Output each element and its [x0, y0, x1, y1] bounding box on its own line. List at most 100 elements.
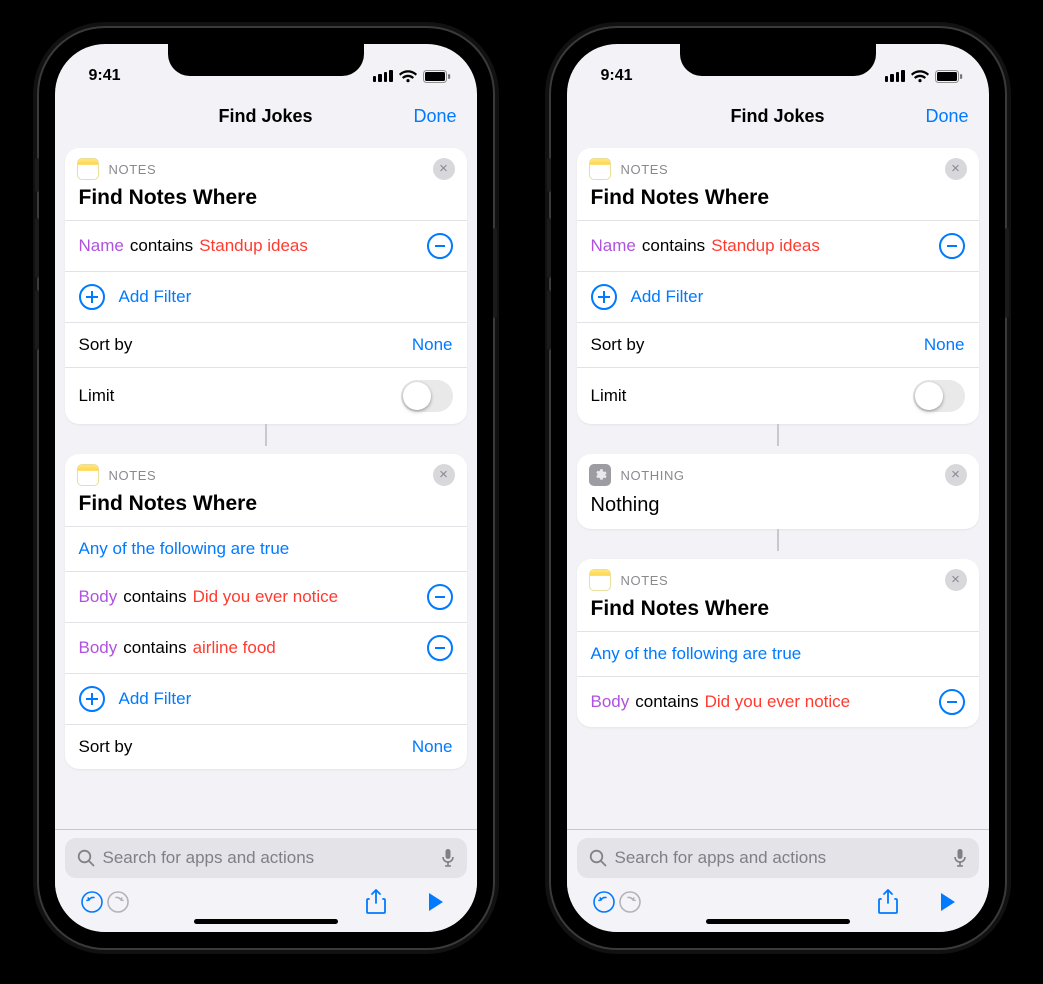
limit-toggle[interactable] [401, 380, 453, 412]
phone-right: 9:41 Find Jokes Done [551, 28, 1005, 948]
match-mode-token: Any of the following are true [591, 644, 802, 664]
shortcut-editor[interactable]: NOTES × Find Notes Where Name contains S… [567, 140, 989, 829]
plus-icon [79, 284, 105, 310]
search-placeholder: Search for apps and actions [615, 848, 945, 868]
limit-row: Limit [65, 367, 467, 424]
remove-filter-button[interactable] [939, 233, 965, 259]
editor-footer: Search for apps and actions [567, 829, 989, 932]
remove-action-button[interactable]: × [945, 158, 967, 180]
notes-app-icon [589, 158, 611, 180]
add-filter-label: Add Filter [119, 287, 192, 307]
limit-label: Limit [79, 386, 115, 406]
remove-action-button[interactable]: × [945, 569, 967, 591]
add-filter-row[interactable]: Add Filter [65, 673, 467, 724]
action-title: Find Notes Where [65, 490, 467, 526]
sort-by-row[interactable]: Sort by None [577, 322, 979, 367]
filter-row[interactable]: Body contains Did you ever notice [65, 571, 467, 622]
dictation-icon[interactable] [441, 848, 455, 868]
redo-button [105, 890, 131, 914]
filter-value-token[interactable]: Did you ever notice [705, 692, 851, 712]
home-indicator[interactable] [706, 919, 850, 924]
nav-bar: Find Jokes Done [567, 92, 989, 140]
app-label: NOTHING [621, 468, 685, 483]
match-mode-row[interactable]: Any of the following are true [577, 631, 979, 676]
done-button[interactable]: Done [925, 106, 968, 127]
action-card-find-notes-1: NOTES × Find Notes Where Name contains S… [65, 148, 467, 424]
filter-op-token[interactable]: contains [123, 638, 186, 658]
gear-icon [589, 464, 611, 486]
remove-filter-button[interactable] [427, 635, 453, 661]
remove-filter-button[interactable] [427, 233, 453, 259]
action-title: Find Notes Where [577, 184, 979, 220]
run-button[interactable] [423, 892, 449, 912]
redo-button [617, 890, 643, 914]
action-search-input[interactable]: Search for apps and actions [65, 838, 467, 878]
action-connector [577, 529, 979, 551]
wifi-icon [911, 70, 929, 83]
limit-row: Limit [577, 367, 979, 424]
share-button[interactable] [363, 889, 389, 915]
match-mode-row[interactable]: Any of the following are true [65, 526, 467, 571]
filter-op-token[interactable]: contains [130, 236, 193, 256]
sort-by-row[interactable]: Sort by None [65, 724, 467, 769]
filter-field-token[interactable]: Body [591, 692, 630, 712]
remove-action-button[interactable]: × [433, 158, 455, 180]
filter-field-token[interactable]: Name [79, 236, 124, 256]
home-indicator[interactable] [194, 919, 338, 924]
nav-bar: Find Jokes Done [55, 92, 477, 140]
action-connector [577, 424, 979, 446]
remove-filter-button[interactable] [427, 584, 453, 610]
sort-by-label: Sort by [79, 737, 133, 757]
sort-by-row[interactable]: Sort by None [65, 322, 467, 367]
filter-op-token[interactable]: contains [642, 236, 705, 256]
notch [680, 44, 876, 76]
battery-icon [423, 70, 451, 83]
filter-op-token[interactable]: contains [123, 587, 186, 607]
notes-app-icon [589, 569, 611, 591]
action-title: Find Notes Where [65, 184, 467, 220]
plus-icon [79, 686, 105, 712]
search-placeholder: Search for apps and actions [103, 848, 433, 868]
editor-footer: Search for apps and actions [55, 829, 477, 932]
action-card-find-notes-2: NOTES × Find Notes Where Any of the foll… [577, 559, 979, 727]
done-button[interactable]: Done [413, 106, 456, 127]
filter-row[interactable]: Body contains Did you ever notice [577, 676, 979, 727]
filter-field-token[interactable]: Name [591, 236, 636, 256]
share-button[interactable] [875, 889, 901, 915]
action-title: Nothing [577, 490, 979, 529]
phone-left: 9:41 Find Jokes Done [39, 28, 493, 948]
filter-value-token[interactable]: Standup ideas [199, 236, 308, 256]
action-card-find-notes-2: NOTES × Find Notes Where Any of the foll… [65, 454, 467, 769]
sort-by-label: Sort by [79, 335, 133, 355]
status-time: 9:41 [601, 67, 633, 85]
action-connector [65, 424, 467, 446]
limit-toggle[interactable] [913, 380, 965, 412]
dictation-icon[interactable] [953, 848, 967, 868]
filter-value-token[interactable]: Did you ever notice [193, 587, 339, 607]
undo-button[interactable] [79, 890, 105, 914]
filter-value-token[interactable]: Standup ideas [711, 236, 820, 256]
shortcut-editor[interactable]: NOTES × Find Notes Where Name contains S… [55, 140, 477, 829]
remove-filter-button[interactable] [939, 689, 965, 715]
undo-button[interactable] [591, 890, 617, 914]
filter-row[interactable]: Name contains Standup ideas [577, 220, 979, 271]
action-search-input[interactable]: Search for apps and actions [577, 838, 979, 878]
filter-row[interactable]: Body contains airline food [65, 622, 467, 673]
filter-op-token[interactable]: contains [635, 692, 698, 712]
remove-action-button[interactable]: × [433, 464, 455, 486]
page-title: Find Jokes [730, 106, 824, 127]
notes-app-icon [77, 158, 99, 180]
action-card-nothing: NOTHING × Nothing [577, 454, 979, 529]
filter-field-token[interactable]: Body [79, 638, 118, 658]
battery-icon [935, 70, 963, 83]
add-filter-row[interactable]: Add Filter [65, 271, 467, 322]
add-filter-row[interactable]: Add Filter [577, 271, 979, 322]
action-title: Find Notes Where [577, 595, 979, 631]
run-button[interactable] [935, 892, 961, 912]
filter-row[interactable]: Name contains Standup ideas [65, 220, 467, 271]
filter-field-token[interactable]: Body [79, 587, 118, 607]
remove-action-button[interactable]: × [945, 464, 967, 486]
search-icon [589, 849, 607, 867]
filter-value-token[interactable]: airline food [193, 638, 276, 658]
page-title: Find Jokes [218, 106, 312, 127]
